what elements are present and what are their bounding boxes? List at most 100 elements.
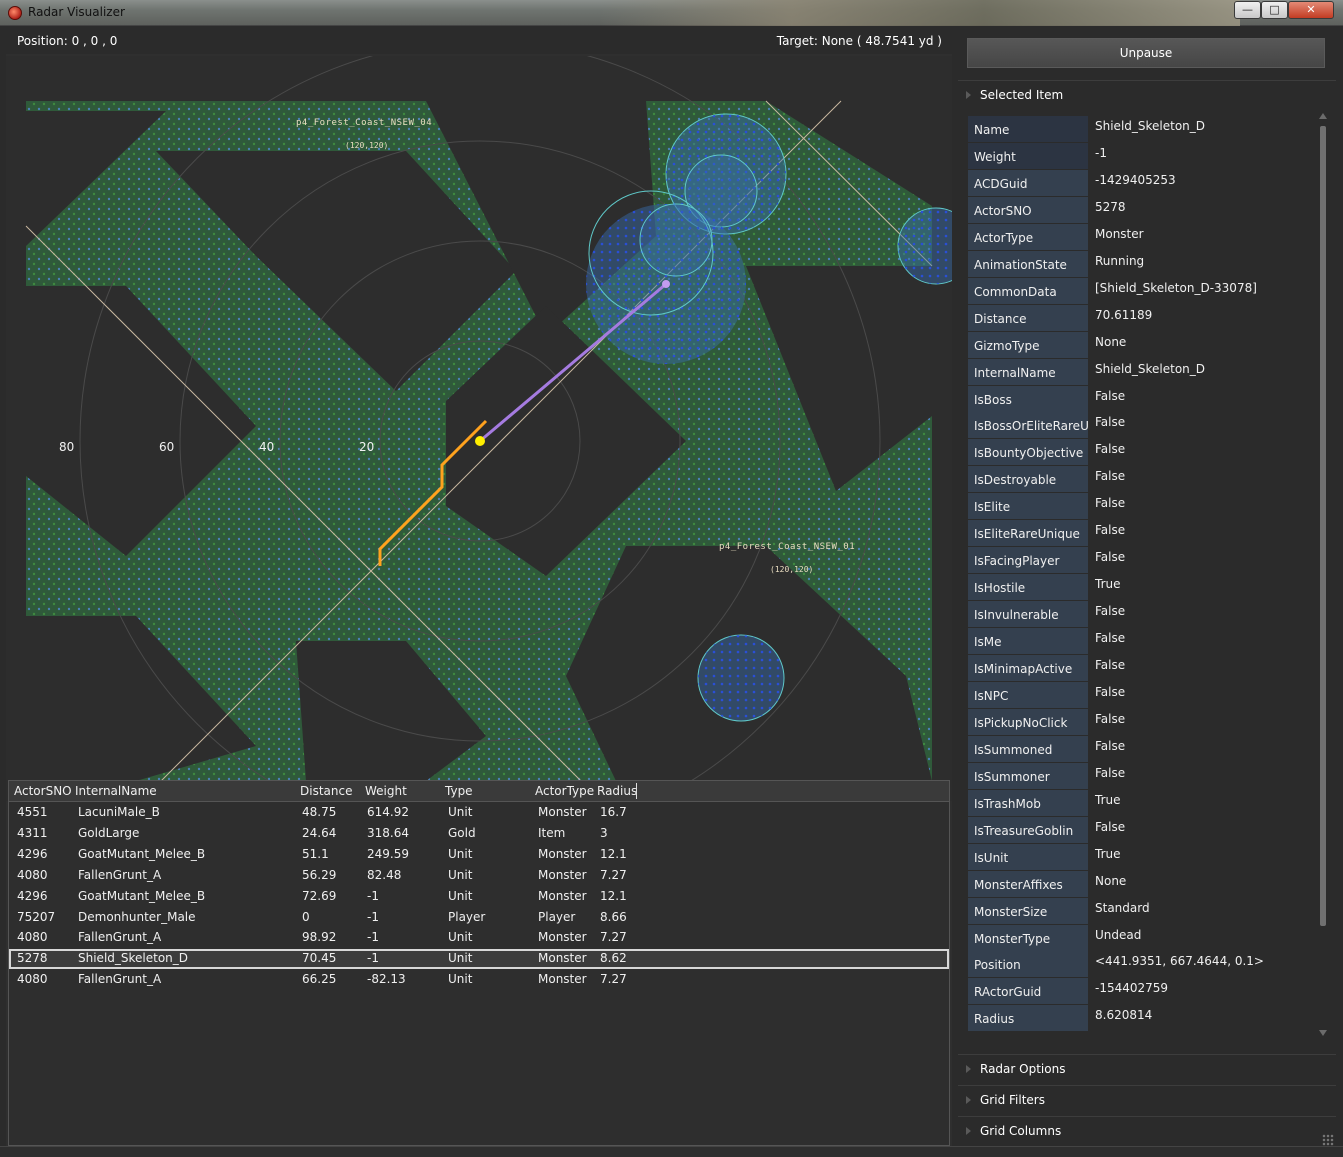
- column-header[interactable]: Weight: [365, 784, 407, 798]
- column-header[interactable]: Distance: [300, 784, 352, 798]
- property-row[interactable]: MonsterType Undead: [968, 924, 1313, 952]
- property-row[interactable]: IsMinimapActive False: [968, 655, 1313, 682]
- property-row[interactable]: AnimationState Running: [968, 250, 1313, 278]
- table-cell: 7.27: [600, 972, 627, 987]
- scroll-down-arrow-icon[interactable]: [1319, 1030, 1327, 1036]
- table-cell: 75207: [17, 909, 56, 924]
- table-cell: 4080: [17, 930, 48, 945]
- column-resize-handle[interactable]: [636, 783, 637, 799]
- property-row[interactable]: ActorSNO 5278: [968, 196, 1313, 224]
- property-row[interactable]: IsNPC False: [968, 681, 1313, 709]
- property-row[interactable]: Radius 8.620814: [968, 1005, 1313, 1032]
- property-value: Shield_Skeleton_D: [1095, 361, 1206, 376]
- property-value: False: [1095, 523, 1126, 538]
- grid-filters-header[interactable]: Grid Filters: [958, 1085, 1336, 1113]
- table-cell: Monster: [538, 888, 587, 903]
- table-cell: -1: [367, 930, 379, 945]
- radar-options-header[interactable]: Radar Options: [958, 1054, 1336, 1082]
- column-header[interactable]: ActorSNO: [14, 784, 72, 798]
- maximize-button[interactable]: □: [1261, 1, 1288, 19]
- close-button[interactable]: ✕: [1288, 1, 1334, 19]
- property-row[interactable]: IsFacingPlayer False: [968, 547, 1313, 574]
- property-row[interactable]: IsDestroyable False: [968, 466, 1313, 493]
- property-value: [Shield_Skeleton_D-33078]: [1095, 280, 1257, 295]
- table-cell: 70.45: [302, 951, 337, 966]
- property-row[interactable]: GizmoType None: [968, 331, 1313, 359]
- table-cell: Unit: [448, 888, 473, 903]
- table-cell: 4080: [17, 972, 48, 987]
- property-row[interactable]: Position <441.9351, 667.4644, 0.1>: [968, 951, 1313, 978]
- property-row[interactable]: IsEliteRareUnique False: [968, 520, 1313, 547]
- property-row[interactable]: MonsterSize Standard: [968, 897, 1313, 925]
- property-row[interactable]: InternalName Shield_Skeleton_D: [968, 358, 1313, 386]
- property-row[interactable]: IsBountyObjective False: [968, 439, 1313, 466]
- table-cell: Monster: [538, 867, 587, 882]
- radar-canvas[interactable]: 80 60 40 20 p4_Forest_Coast_NSEW_04 (120…: [6, 56, 952, 801]
- property-row[interactable]: Name Shield_Skeleton_D: [968, 116, 1313, 143]
- property-row[interactable]: IsElite False: [968, 493, 1313, 520]
- property-value: Shield_Skeleton_D: [1095, 119, 1206, 133]
- table-row[interactable]: 4311 GoldLarge 24.64 318.64 Gold Item 3: [9, 824, 949, 844]
- target-marker[interactable]: [662, 280, 670, 288]
- property-row[interactable]: ActorType Monster: [968, 223, 1313, 251]
- table-cell: 12.1: [600, 846, 627, 861]
- property-row[interactable]: Distance 70.61189: [968, 304, 1313, 332]
- property-row[interactable]: ACDGuid -1429405253: [968, 169, 1313, 197]
- scroll-up-arrow-icon[interactable]: [1319, 113, 1327, 119]
- table-row[interactable]: 75207 Demonhunter_Male 0 -1 Player Player 8.66: [9, 908, 949, 928]
- property-row[interactable]: IsSummoner False: [968, 762, 1313, 790]
- unpause-button[interactable]: Unpause: [967, 38, 1325, 68]
- table-cell: 4296: [17, 846, 48, 861]
- left-panel: Position: 0 , 0 , 0 Target: None ( 48.75…: [6, 28, 952, 1146]
- table-cell: 16.7: [600, 805, 627, 819]
- property-value: <441.9351, 667.4644, 0.1>: [1095, 954, 1264, 969]
- property-row[interactable]: IsSummoned False: [968, 735, 1313, 763]
- table-cell: 4551: [17, 805, 48, 819]
- table-cell: 4311: [17, 825, 48, 840]
- property-value: None: [1095, 334, 1127, 349]
- table-row[interactable]: 4551 LacuniMale_B 48.75 614.92 Unit Monster 16…: [9, 803, 949, 823]
- table-cell: Demonhunter_Male: [78, 909, 196, 924]
- property-row[interactable]: IsMe False: [968, 628, 1313, 655]
- property-row[interactable]: IsBossOrEliteRareUni False: [968, 412, 1313, 439]
- property-scrollbar-thumb[interactable]: [1320, 126, 1326, 926]
- table-row[interactable]: 5278 Shield_Skeleton_D 70.45 -1 Unit Monster 8…: [9, 949, 949, 970]
- property-row[interactable]: IsTreasureGoblin False: [968, 816, 1313, 844]
- property-row[interactable]: IsPickupNoClick False: [968, 708, 1313, 736]
- selected-item-header[interactable]: Selected Item: [958, 80, 1336, 108]
- minimize-button[interactable]: —: [1234, 1, 1261, 19]
- table-row[interactable]: 4080 FallenGrunt_A 56.29 82.48 Unit Monster 7.…: [9, 866, 949, 886]
- property-row[interactable]: IsUnit True: [968, 843, 1313, 871]
- table-cell: 7.27: [600, 867, 627, 882]
- property-row[interactable]: Weight -1: [968, 142, 1313, 170]
- table-row[interactable]: 4296 GoatMutant_Melee_B 51.1 249.59 Unit Mons…: [9, 845, 949, 865]
- table-cell: Player: [538, 909, 576, 924]
- grid-header: ActorSNO InternalName Distance Weight Ty…: [9, 781, 949, 802]
- property-key: InternalName: [968, 358, 1088, 385]
- column-header[interactable]: Radius: [597, 784, 637, 798]
- property-row[interactable]: CommonData [Shield_Skeleton_D-33078]: [968, 277, 1313, 305]
- table-cell: Monster: [538, 951, 587, 966]
- property-key: IsDestroyable: [968, 466, 1088, 493]
- resize-grip-icon[interactable]: [1322, 1134, 1334, 1146]
- right-panel: Unpause Selected Item Name Shield_Skeleto…: [958, 28, 1336, 1146]
- property-row[interactable]: IsInvulnerable False: [968, 601, 1313, 628]
- expand-arrow-icon: [966, 91, 971, 99]
- actor-grid[interactable]: ActorSNO InternalName Distance Weight Ty…: [8, 780, 950, 1146]
- table-cell: 51.1: [302, 846, 329, 861]
- property-row[interactable]: IsTrashMob True: [968, 789, 1313, 817]
- grid-columns-header[interactable]: Grid Columns: [958, 1116, 1336, 1144]
- property-row[interactable]: IsBoss False: [968, 385, 1313, 413]
- property-key: MonsterAffixes: [968, 870, 1088, 897]
- property-row[interactable]: RActorGuid -154402759: [968, 978, 1313, 1005]
- column-header[interactable]: ActorType: [535, 784, 594, 798]
- table-row[interactable]: 4080 FallenGrunt_A 98.92 -1 Unit Monster 7.27: [9, 928, 949, 948]
- column-header[interactable]: InternalName: [75, 784, 157, 798]
- table-row[interactable]: 4296 GoatMutant_Melee_B 72.69 -1 Unit Monster…: [9, 887, 949, 907]
- column-header[interactable]: Type: [445, 784, 473, 798]
- table-cell: 12.1: [600, 888, 627, 903]
- table-row[interactable]: 4080 FallenGrunt_A 66.25 -82.13 Unit Monster 7…: [9, 970, 949, 990]
- property-row[interactable]: IsHostile True: [968, 574, 1313, 601]
- table-cell: Monster: [538, 805, 587, 819]
- property-row[interactable]: MonsterAffixes None: [968, 870, 1313, 898]
